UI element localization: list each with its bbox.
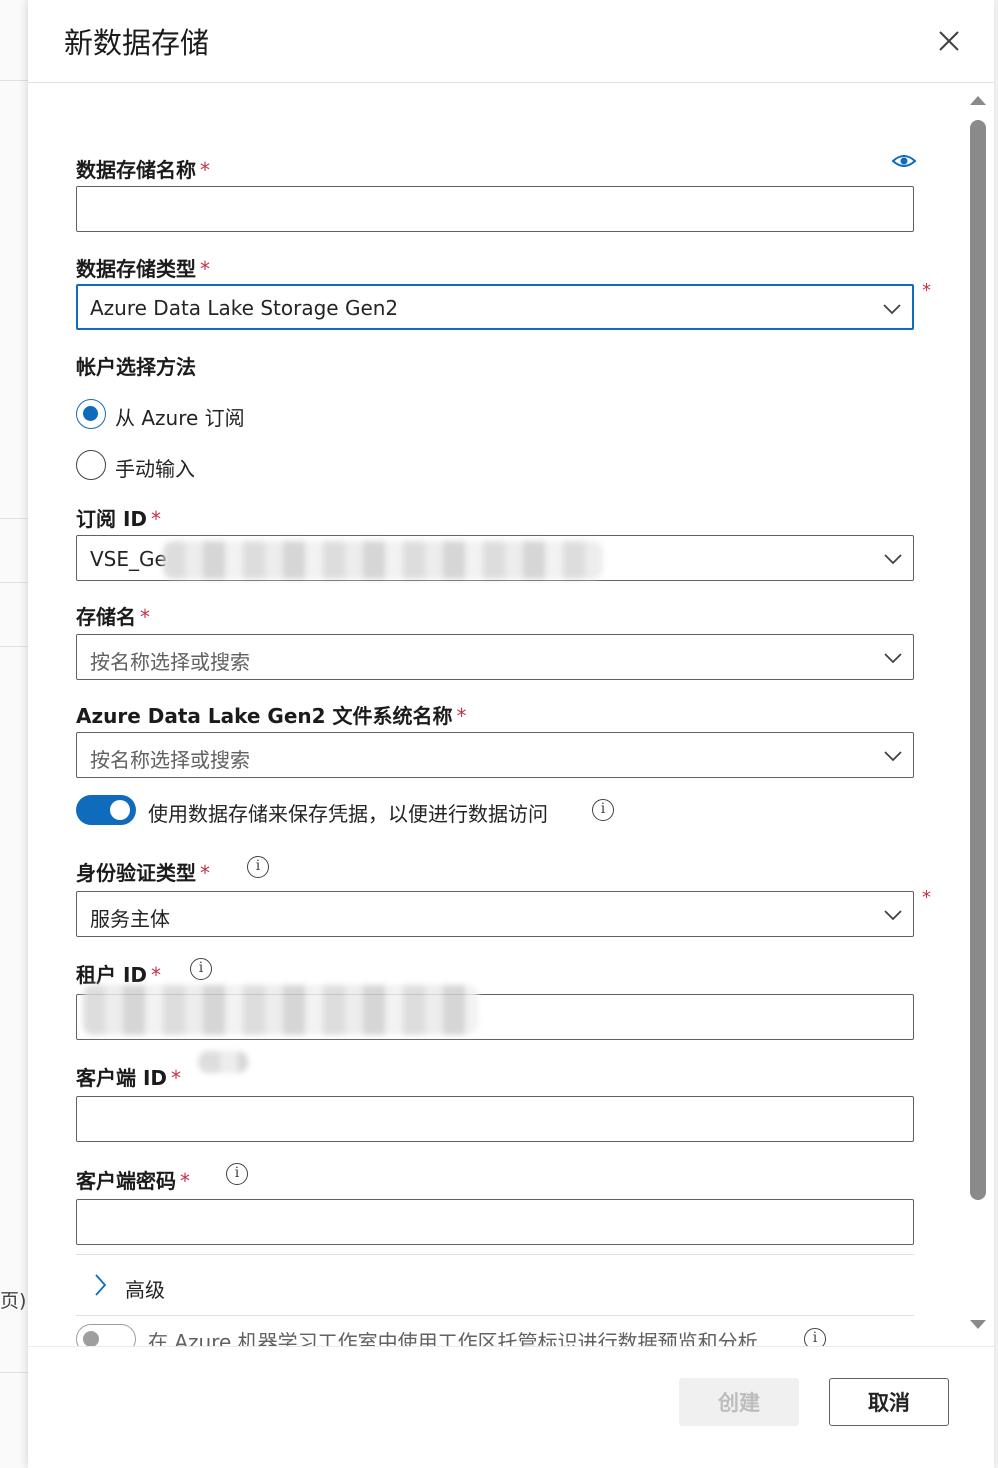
save-credentials-label: 使用数据存储来保存凭据，以便进行数据访问	[148, 802, 548, 826]
storage-name-label: 存储名 *	[76, 605, 150, 629]
chevron-down-icon	[884, 554, 902, 565]
background-panel: 页)	[0, 0, 29, 1468]
info-icon[interactable]: i	[804, 1328, 826, 1346]
redacted-area	[198, 1051, 248, 1073]
datastore-name-input[interactable]	[76, 186, 914, 232]
radio-from-subscription-label[interactable]: 从 Azure 订阅	[115, 402, 245, 431]
tenant-id-label: 租户 ID *	[76, 963, 162, 987]
managed-identity-label: 在 Azure 机器学习工作室中使用工作区托管标识进行数据预览和分析	[148, 1330, 758, 1346]
chevron-down-icon	[883, 304, 901, 315]
eye-icon[interactable]	[891, 151, 917, 171]
datastore-type-value: Azure Data Lake Storage Gen2	[90, 296, 399, 320]
info-icon[interactable]: i	[190, 958, 212, 980]
redacted-area	[83, 985, 478, 1035]
cancel-button[interactable]: 取消	[829, 1378, 949, 1426]
new-datastore-panel: 新数据存储 数据存储名称 * 数据存储类型 * Azure Data Lake St…	[28, 0, 994, 1468]
auth-type-dropdown[interactable]: 服务主体	[76, 891, 914, 937]
client-id-label: 客户端 ID *	[76, 1066, 182, 1090]
account-method-label: 帐户选择方法	[76, 355, 196, 379]
info-icon[interactable]: i	[226, 1163, 248, 1185]
storage-name-dropdown[interactable]: 按名称选择或搜索	[76, 634, 914, 680]
scrollbar[interactable]	[966, 92, 990, 1342]
filesystem-name-label: Azure Data Lake Gen2 文件系统名称 *	[76, 704, 467, 728]
chevron-right-icon[interactable]	[92, 1273, 108, 1297]
advanced-divider-top	[76, 1254, 914, 1255]
filesystem-name-dropdown[interactable]: 按名称选择或搜索	[76, 732, 914, 778]
radio-from-subscription[interactable]	[76, 399, 106, 429]
info-icon[interactable]: i	[592, 799, 614, 821]
form-scroll-area[interactable]: 数据存储名称 * 数据存储类型 * Azure Data Lake Storage …	[28, 83, 994, 1346]
auth-type-label: 身份验证类型 *	[76, 861, 210, 885]
redacted-area	[163, 541, 603, 579]
background-divider	[0, 646, 28, 647]
background-divider	[0, 582, 28, 583]
advanced-section-toggle[interactable]: 高级	[125, 1274, 165, 1303]
background-text: 页)	[0, 1290, 27, 1312]
chevron-down-icon	[884, 653, 902, 664]
required-marker: *	[922, 280, 931, 301]
create-button[interactable]: 创建	[679, 1378, 799, 1426]
scroll-up-arrow[interactable]	[970, 96, 986, 105]
storage-name-placeholder: 按名称选择或搜索	[90, 650, 250, 674]
panel-header: 新数据存储	[28, 0, 994, 83]
radio-manual-entry[interactable]	[76, 450, 106, 480]
radio-manual-entry-label[interactable]: 手动输入	[115, 453, 195, 482]
background-divider	[0, 518, 28, 519]
subscription-id-label: 订阅 ID *	[76, 507, 162, 531]
panel-title: 新数据存储	[64, 26, 210, 60]
chevron-down-icon	[884, 910, 902, 921]
datastore-name-label: 数据存储名称 *	[76, 158, 210, 182]
client-secret-input[interactable]	[76, 1199, 914, 1245]
client-id-input[interactable]	[76, 1096, 914, 1142]
chevron-down-icon	[884, 751, 902, 762]
subscription-id-value: VSE_Ge	[90, 547, 167, 571]
save-credentials-toggle[interactable]	[76, 795, 136, 825]
advanced-divider-bottom	[76, 1315, 914, 1316]
background-divider	[0, 1372, 28, 1373]
panel-footer: 创建 取消	[28, 1346, 994, 1468]
filesystem-name-placeholder: 按名称选择或搜索	[90, 748, 250, 772]
close-icon[interactable]	[932, 24, 966, 58]
scroll-down-arrow[interactable]	[970, 1320, 986, 1329]
client-secret-label: 客户端密码 *	[76, 1169, 190, 1193]
background-divider	[0, 80, 28, 81]
required-marker: *	[922, 887, 931, 908]
auth-type-value: 服务主体	[90, 907, 170, 931]
info-icon[interactable]: i	[247, 856, 269, 878]
datastore-type-dropdown[interactable]: Azure Data Lake Storage Gen2	[76, 284, 914, 330]
scroll-thumb[interactable]	[970, 120, 986, 1200]
managed-identity-toggle[interactable]	[76, 1324, 136, 1346]
datastore-type-label: 数据存储类型 *	[76, 257, 210, 281]
